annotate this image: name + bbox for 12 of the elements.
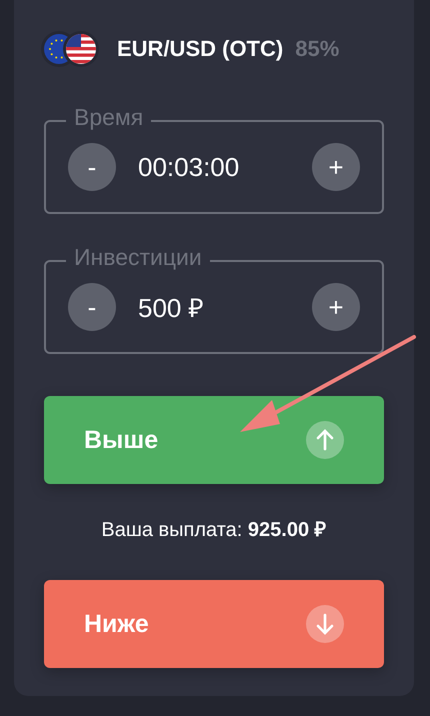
minus-button[interactable]: - (68, 143, 116, 191)
arrow-up-icon (306, 421, 344, 459)
field-value: 00:03:00 (138, 152, 240, 182)
arrow-down-icon (306, 605, 344, 643)
field-value: 500 ₽ (138, 292, 205, 325)
asset-pair: EUR/USD (OTC) (117, 36, 284, 62)
flags-icon (41, 31, 99, 67)
plus-button[interactable]: + (312, 283, 360, 331)
payout-text: Ваша выплата: 925.00 ₽ (101, 519, 327, 541)
payout-percent: 85% (295, 36, 340, 62)
plus-button[interactable]: + (312, 143, 360, 191)
minus-button[interactable]: - (68, 283, 116, 331)
